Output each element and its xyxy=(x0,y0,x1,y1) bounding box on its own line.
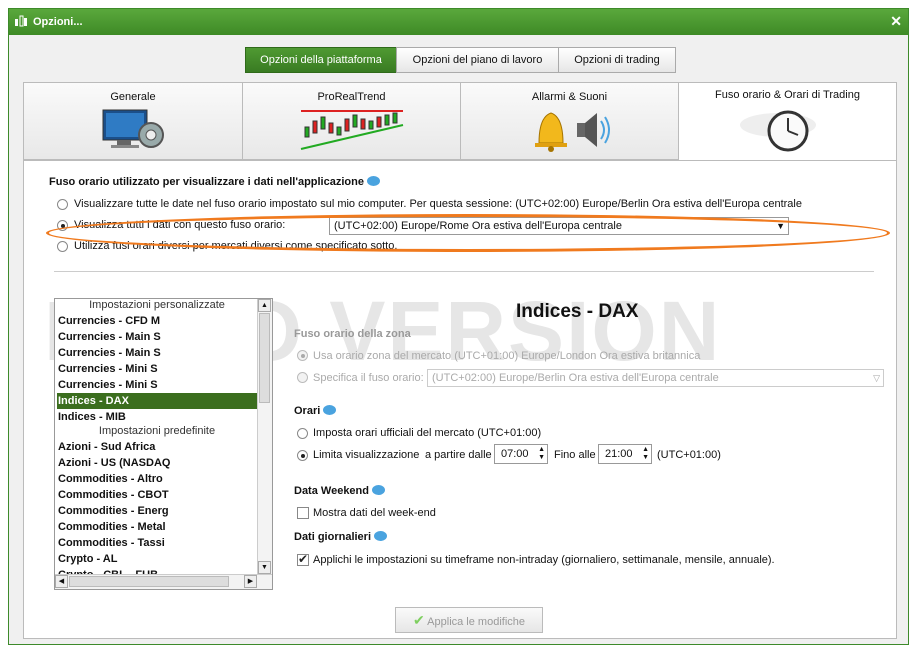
chevron-down-icon: ▽ xyxy=(873,373,880,383)
hscroll-thumb[interactable] xyxy=(69,576,229,587)
highlight-annotation xyxy=(46,214,890,252)
checkmark-icon: ✔ xyxy=(412,612,425,628)
scroll-up-icon[interactable]: ▲ xyxy=(258,299,271,312)
vertical-scrollbar[interactable]: ▲ ▼ xyxy=(257,299,272,574)
radio-market-zone-label: Usa orario zona del mercato (UTC+01:00) … xyxy=(313,350,701,362)
radio-official-hours[interactable] xyxy=(297,428,308,439)
list-item[interactable]: Commodities - Metal xyxy=(57,519,257,535)
timezone-heading-text: Fuso orario utilizzato per visualizzare … xyxy=(49,176,364,188)
scroll-down-icon[interactable]: ▼ xyxy=(258,561,271,574)
category-prorealtrend[interactable]: ProRealTrend xyxy=(242,82,461,160)
help-bubble-icon[interactable] xyxy=(366,176,380,186)
category-general[interactable]: Generale xyxy=(23,82,243,160)
apply-button[interactable]: ✔ Applica le modifiche xyxy=(395,607,543,633)
to-time-stepper[interactable]: 21:00 ▲ ▼ xyxy=(598,444,652,464)
weekend-checkbox[interactable] xyxy=(297,507,309,519)
help-bubble-icon[interactable] xyxy=(372,485,385,495)
horizontal-scrollbar[interactable]: ◀ ▶ xyxy=(55,574,272,589)
window-title: Opzioni... xyxy=(33,16,83,28)
daily-heading-text: Dati giornalieri xyxy=(294,531,372,543)
daily-checkbox[interactable] xyxy=(297,552,309,566)
list-item[interactable]: Commodities - Altro xyxy=(57,471,257,487)
title-bar: Opzioni... ✕ xyxy=(9,9,908,35)
list-item[interactable]: Commodities - CBOT xyxy=(57,487,257,503)
radio-per-market-timezone[interactable] xyxy=(57,241,68,252)
stepper-arrows-icon[interactable]: ▲ ▼ xyxy=(538,446,545,462)
category-timezone-hours-label: Fuso orario & Orari di Trading xyxy=(715,89,860,101)
radio-market-zone xyxy=(297,350,308,361)
weekend-heading: Data Weekend xyxy=(294,485,385,497)
clock-icon xyxy=(739,110,816,152)
to-time-value: 21:00 xyxy=(605,448,633,460)
category-general-label: Generale xyxy=(110,91,156,103)
list-item[interactable]: Azioni - Sud Africa xyxy=(57,439,257,455)
timezone-panel: DEMO VERSION Fuso orario utilizzato per … xyxy=(23,160,897,639)
utc-label: (UTC+01:00) xyxy=(657,449,721,461)
bell-speaker-icon xyxy=(534,112,610,152)
scroll-thumb[interactable] xyxy=(259,313,270,403)
app-icon xyxy=(15,15,27,27)
hours-heading: Orari xyxy=(294,405,337,417)
list-item[interactable]: Currencies - Mini S xyxy=(57,377,257,393)
list-item[interactable]: Azioni - US (NASDAQ xyxy=(57,455,257,471)
list-item-selected[interactable]: Indices - DAX xyxy=(57,393,258,409)
computer-settings-icon xyxy=(102,109,164,148)
zone-select-value: (UTC+02:00) Europe/Berlin Ora estiva del… xyxy=(432,372,719,384)
list-item[interactable]: Commodities - Energ xyxy=(57,503,257,519)
category-timezone-hours[interactable]: Fuso orario & Orari di Trading xyxy=(678,82,897,161)
list-header-custom: Impostazioni personalizzate xyxy=(89,299,225,311)
from-time-stepper[interactable]: 07:00 ▲ ▼ xyxy=(494,444,548,464)
market-list[interactable]: Impostazioni personalizzate Currencies -… xyxy=(54,298,273,590)
category-alarms-sounds-label: Allarmi & Suoni xyxy=(531,91,608,103)
hours-heading-text: Orari xyxy=(294,405,321,417)
help-bubble-icon[interactable] xyxy=(374,531,388,541)
category-alarms-sounds[interactable]: Allarmi & Suoni xyxy=(460,82,679,160)
help-bubble-icon[interactable] xyxy=(323,405,337,415)
daily-heading: Dati giornalieri xyxy=(294,531,388,543)
list-item[interactable]: Currencies - Mini S xyxy=(57,361,257,377)
market-title: Indices - DAX xyxy=(516,301,639,322)
radio-limit-display[interactable] xyxy=(297,450,308,461)
divider xyxy=(54,271,874,272)
from-time-value: 07:00 xyxy=(501,448,529,460)
close-icon[interactable]: ✕ xyxy=(890,13,902,30)
weekend-checkbox-label: Mostra dati del week-end xyxy=(313,507,436,519)
list-header-predefined: Impostazioni predefinite xyxy=(98,425,216,437)
daily-checkbox-label: Applichi le impostazioni su timeframe no… xyxy=(313,554,775,566)
zone-select: (UTC+02:00) Europe/Berlin Ora estiva del… xyxy=(427,369,884,387)
apply-button-label: Applica le modifiche xyxy=(427,616,526,628)
list-item[interactable]: Crypto - AL xyxy=(57,551,257,567)
trendlines-chart-icon xyxy=(300,110,403,150)
radio-computer-timezone[interactable] xyxy=(57,199,68,210)
category-prorealtrend-label: ProRealTrend xyxy=(317,91,386,103)
timezone-heading: Fuso orario utilizzato per visualizzare … xyxy=(49,176,380,188)
options-dialog: Opzioni... ✕ Opzioni della piattaforma O… xyxy=(8,8,909,645)
weekend-heading-text: Data Weekend xyxy=(294,485,369,497)
scroll-left-icon[interactable]: ◀ xyxy=(55,575,68,588)
scroll-right-icon[interactable]: ▶ xyxy=(244,575,257,588)
to-label: Fino alle xyxy=(554,449,596,461)
list-item[interactable]: Commodities - Tassi xyxy=(57,535,257,551)
radio-official-hours-label: Imposta orari ufficiali del mercato (UTC… xyxy=(313,427,542,439)
tab-workspace-options[interactable]: Opzioni del piano di lavoro xyxy=(396,47,559,73)
radio-computer-timezone-label: Visualizzare tutte le date nel fuso orar… xyxy=(74,198,802,210)
tab-trading-options[interactable]: Opzioni di trading xyxy=(558,47,676,73)
list-item[interactable]: Currencies - Main S xyxy=(57,345,257,361)
zone-heading: Fuso orario della zona xyxy=(294,328,411,340)
list-item[interactable]: Currencies - CFD M xyxy=(57,313,257,329)
radio-specify-zone xyxy=(297,372,308,383)
tab-platform-options[interactable]: Opzioni della piattaforma xyxy=(245,47,397,73)
radio-specify-zone-label: Specifica il fuso orario: xyxy=(313,372,424,384)
stepper-arrows-icon[interactable]: ▲ ▼ xyxy=(642,446,649,462)
list-item[interactable]: Indices - MIB xyxy=(57,409,257,425)
list-item[interactable]: Currencies - Main S xyxy=(57,329,257,345)
from-label: a partire dalle xyxy=(425,449,492,461)
radio-limit-display-label: Limita visualizzazione xyxy=(313,449,420,461)
